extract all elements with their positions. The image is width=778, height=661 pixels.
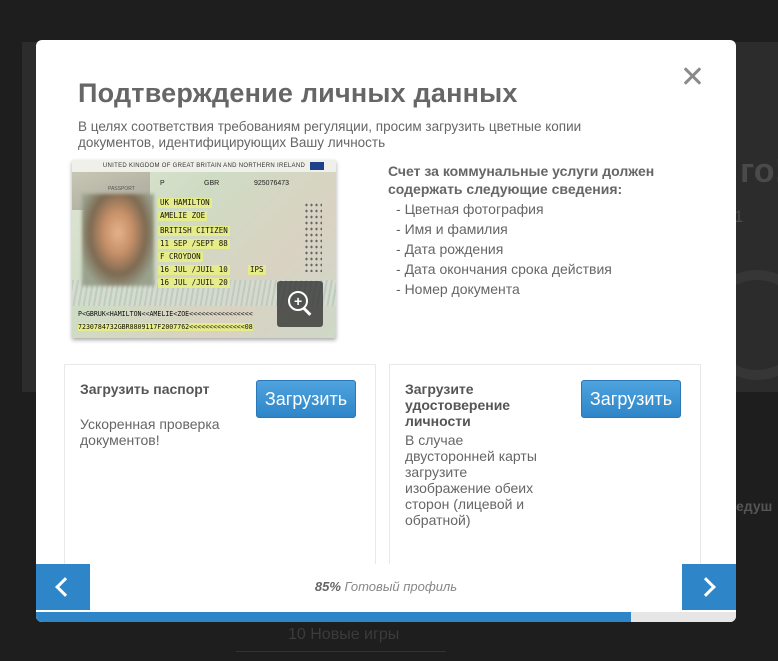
passport-mrz-line-2: 7230784732GBR8809117F2007762<<<<<<<<<<<<… — [78, 323, 253, 331]
background-greeting: го! — [740, 152, 778, 190]
passport-surname: UK HAMILTON — [158, 198, 212, 208]
passport-issue-code: IPS — [248, 265, 266, 275]
passport-code: GBR — [204, 180, 220, 187]
modal-title: Подтверждение личных данных — [78, 78, 518, 108]
requirement-item: Имя и фамилия — [396, 219, 612, 239]
passport-label: PASSPORT — [108, 186, 135, 192]
verification-modal: Подтверждение личных данных В целях соот… — [36, 40, 736, 622]
progress-percent: 85% — [314, 579, 341, 594]
progress-fill — [36, 612, 631, 622]
chevron-left-icon — [55, 577, 75, 597]
passport-nationality: BRITISH CITIZEN — [158, 226, 230, 236]
progress-track — [36, 612, 736, 622]
requirement-item: Номер документа — [396, 279, 612, 299]
upload-passport-title: Загрузить паспорт — [80, 381, 210, 397]
passport-number: 925076473 — [254, 180, 290, 187]
upload-passport-description: Ускоренная проверка документов! — [80, 416, 220, 448]
close-icon[interactable] — [678, 62, 706, 90]
requirement-item: Дата рождения — [396, 239, 612, 259]
previous-button[interactable] — [36, 564, 90, 610]
background-divider — [236, 651, 446, 652]
passport-issue-date: 16 JUL /JUIL 10 — [158, 265, 230, 275]
progress-label: 85% Готовый профиль — [90, 564, 682, 610]
requirement-item: Дата окончания срока действия — [396, 259, 612, 279]
passport-flag-icon — [310, 162, 324, 170]
passport-birth-date: 11 SEP /SEPT 88 — [158, 239, 230, 249]
zoom-in-icon[interactable]: + — [277, 281, 323, 327]
upload-passport-card: Загрузить паспорт Ускоренная проверка до… — [64, 364, 376, 574]
background-side-text: едуш — [736, 498, 773, 514]
passport-mrz-line-1: P<GBRUK<HAMILTON<<AMELIE<ZOE<<<<<<<<<<<<… — [78, 310, 253, 318]
upload-id-button[interactable]: Загрузить — [581, 380, 681, 418]
upload-id-card: Загрузите удостоверение личности В случа… — [389, 364, 701, 574]
progress-text: Готовый профиль — [344, 579, 458, 594]
profile-progress-bar: 85% Готовый профиль — [36, 564, 736, 610]
passport-type: P — [160, 180, 165, 187]
requirements-list: Цветная фотография Имя и фамилия Дата ро… — [396, 199, 612, 299]
passport-sex-place: F CROYDON — [158, 252, 203, 262]
modal-subtitle: В целях соответствия требованиям регуляц… — [78, 119, 582, 150]
upload-id-description: В случае двусторонней карты загрузите из… — [405, 432, 537, 528]
chevron-right-icon — [696, 577, 716, 597]
background-new-games-link: 10 Новые игры — [288, 626, 400, 643]
upload-passport-button[interactable]: Загрузить — [256, 380, 356, 418]
passport-header: UNITED KINGDOM OF GREAT BRITAIN AND NORT… — [72, 160, 336, 172]
passport-photo — [82, 194, 154, 286]
passport-given-names: AMELIE ZOE — [158, 211, 208, 221]
upload-id-title: Загрузите удостоверение личности — [405, 381, 511, 429]
requirements-title: Счет за коммунальные услуги должен содер… — [388, 163, 655, 197]
requirement-item: Цветная фотография — [396, 199, 612, 219]
zoom-plus-glyph: + — [294, 293, 303, 309]
passport-braille-dots — [304, 202, 322, 272]
next-button[interactable] — [682, 564, 736, 610]
passport-expiry-date: 16 JUL /JUIL 20 — [158, 278, 230, 288]
